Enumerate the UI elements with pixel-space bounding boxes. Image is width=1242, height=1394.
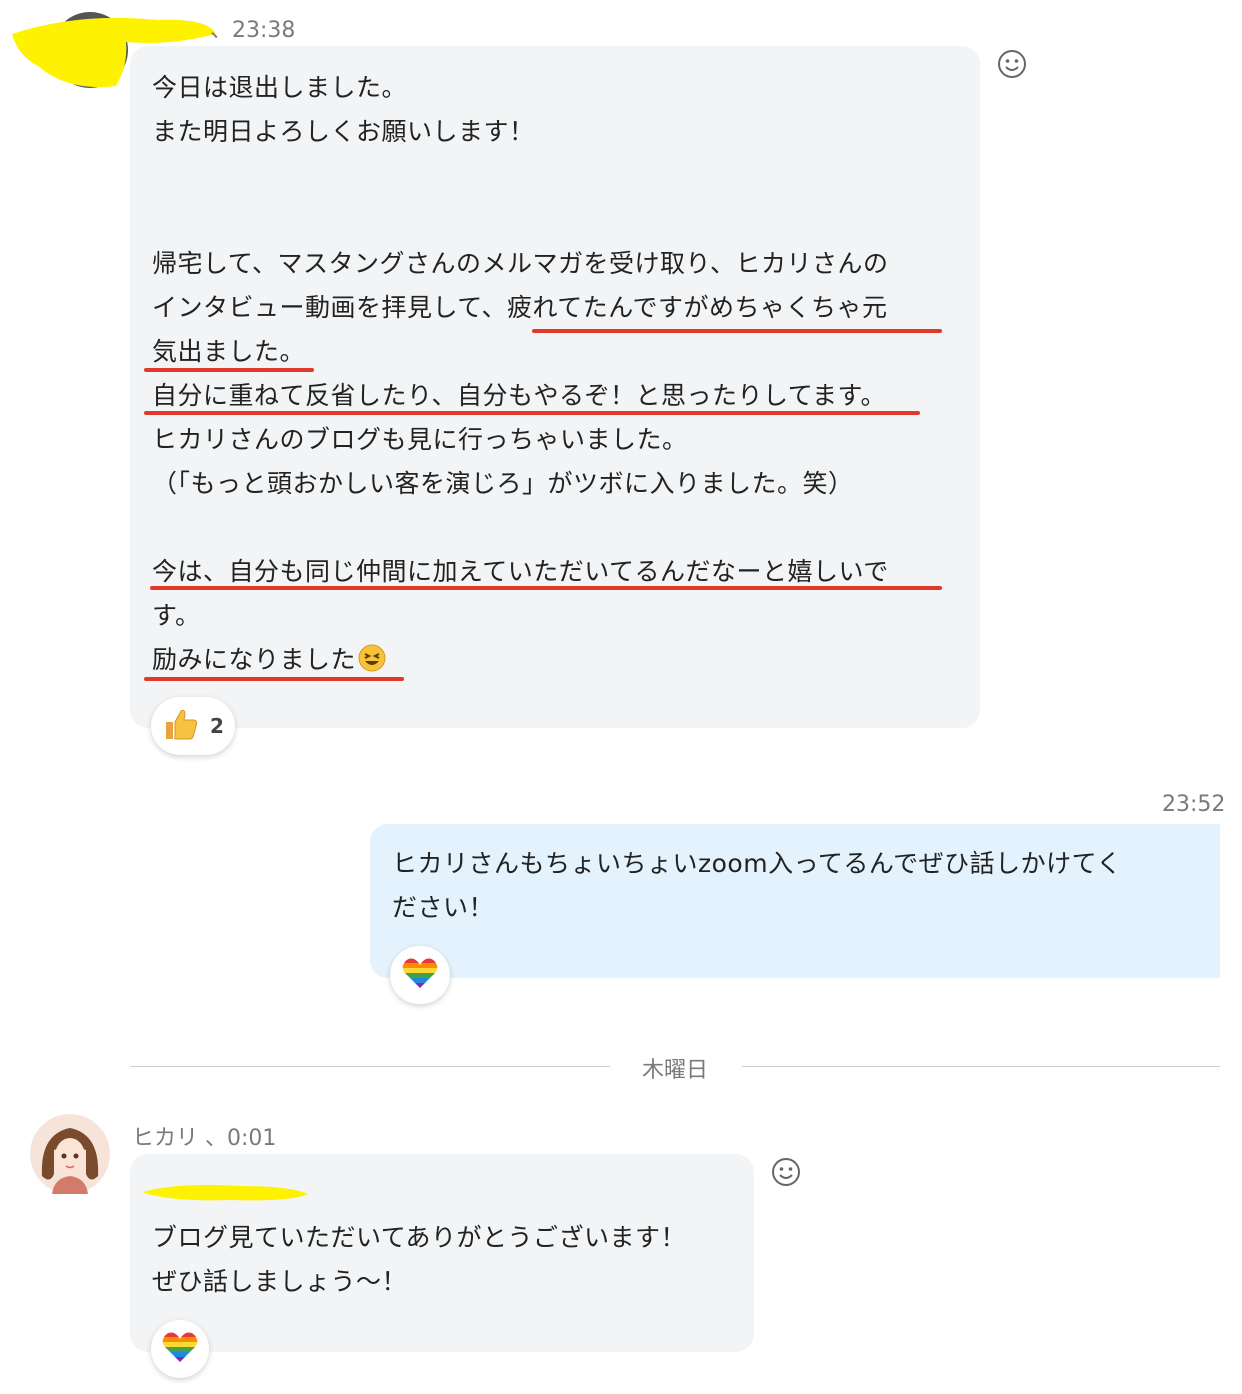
- message-line: 帰宅して、マスタングさんのメルマガを受け取り、ヒカリさんの: [152, 249, 889, 278]
- reaction-chip[interactable]: 2: [151, 697, 235, 755]
- message-line: また明日よろしくお願いします！: [152, 117, 535, 146]
- message-line: [152, 506, 889, 550]
- message-line: （「もっと頭おかしい客を演じろ」がツボに入りました。笑）: [152, 469, 854, 498]
- avatar[interactable]: [30, 1114, 110, 1194]
- reaction-chip[interactable]: [390, 946, 450, 1004]
- divider-line: [742, 1066, 1220, 1067]
- message-line: ださい！: [392, 893, 495, 922]
- message-bubble[interactable]: ブログ見ていただいてありがとうございます！ ぜひ話しましょう〜！: [130, 1154, 754, 1352]
- reaction-chip[interactable]: [151, 1320, 209, 1378]
- thumbs-up-icon: [162, 705, 200, 747]
- rainbow-heart-icon: [401, 956, 439, 994]
- message-bubble[interactable]: ヒカリさんもちょいちょいzoom入ってるんでぜひ話しかけてく ださい！: [370, 824, 1220, 978]
- message-line: ブログ見ていただいてありがとうございます！: [152, 1223, 687, 1252]
- message-line: 励みになりました: [152, 638, 889, 682]
- smiley-icon: [998, 50, 1026, 78]
- message-line: ぜひ話しましょう〜！: [152, 1267, 408, 1296]
- emoji-reaction-button[interactable]: [770, 1156, 802, 1192]
- message-timestamp: 、23:38: [210, 18, 296, 43]
- message-text: ブログ見ていただいてありがとうございます！ ぜひ話しましょう〜！: [152, 1216, 686, 1304]
- smiley-icon: [772, 1158, 800, 1186]
- day-divider-label: 木曜日: [641, 1058, 708, 1083]
- annotation-underline: [144, 368, 314, 372]
- emoji-reaction-button[interactable]: [996, 48, 1028, 84]
- message-bubble[interactable]: 今日は退出しました。 また明日よろしくお願いします！ 帰宅して、マスタングさんの…: [130, 46, 980, 728]
- rainbow-heart-icon: [161, 1330, 199, 1368]
- message-line: [152, 154, 889, 198]
- annotation-underline: [144, 677, 404, 681]
- message-line: ヒカリさんもちょいちょいzoom入ってるんでぜひ話しかけてく: [392, 849, 1122, 878]
- message-line: 今日は退出しました。: [152, 73, 408, 102]
- reaction-count: 2: [210, 714, 224, 738]
- mention-redacted: [140, 1178, 310, 1208]
- message-timestamp: 23:52: [1162, 792, 1226, 817]
- message-text: ヒカリさんもちょいちょいzoom入ってるんでぜひ話しかけてく ださい！: [392, 842, 1122, 930]
- message-line: [152, 198, 889, 242]
- message-line: ヒカリさんのブログも見に行っちゃいました。: [152, 425, 688, 454]
- message-line: す。: [152, 601, 201, 630]
- divider-line: [130, 1066, 610, 1067]
- annotation-underline: [532, 329, 942, 333]
- annotation-underline: [150, 586, 942, 590]
- message-line: インタビュー動画を拝見して、疲れてたんですがめちゃくちゃ元: [152, 293, 888, 322]
- annotation-underline: [144, 411, 920, 415]
- sender-name-time: ヒカリ 、0:01: [132, 1126, 277, 1151]
